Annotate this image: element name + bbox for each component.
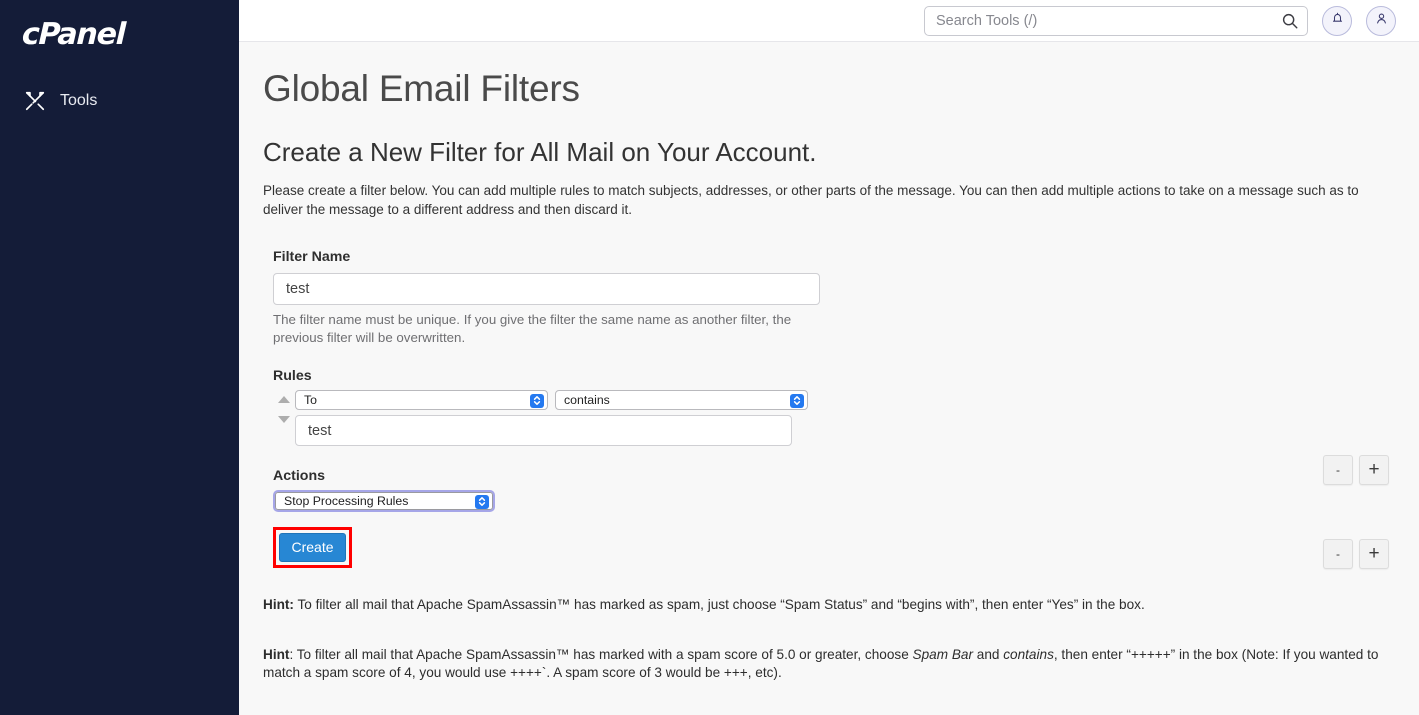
page-title: Global Email Filters — [263, 68, 580, 109]
actions-label: Actions — [273, 468, 326, 484]
rule-field-select[interactable]: To — [295, 390, 548, 410]
actions-add-remove-controls: - + — [1323, 539, 1389, 569]
search-box[interactable] — [924, 5, 1308, 36]
main-column: Global Email Filters Create a New Filter… — [239, 0, 1419, 715]
search-input[interactable] — [924, 5, 1308, 36]
create-button-highlight: Create — [273, 527, 352, 568]
intro-paragraph: Please create a filter below. You can ad… — [263, 183, 1359, 217]
action-select-value: Stop Processing Rules — [284, 494, 409, 508]
content-area: Global Email Filters Create a New Filter… — [239, 42, 1419, 715]
hint-spam-bar: Hint: To filter all mail that Apache Spa… — [263, 646, 1403, 683]
hint-body: To filter all mail that Apache SpamAssas… — [293, 597, 1145, 612]
chevron-updown-icon — [530, 393, 544, 408]
action-select[interactable]: Stop Processing Rules — [275, 492, 493, 510]
filter-form: Filter Name The filter name must be uniq… — [273, 249, 1419, 568]
hint-body-part-2: and — [973, 646, 1004, 662]
sidebar: cPanel Tools — [0, 0, 239, 715]
bell-icon — [1330, 11, 1345, 31]
rule-reorder-controls — [273, 390, 295, 423]
rule-fields: To contains — [295, 390, 808, 446]
rule-operator-select[interactable]: contains — [555, 390, 808, 410]
app-root: cPanel Tools Search Tools (/) Global Ema… — [0, 0, 1419, 715]
account-button[interactable] — [1366, 5, 1396, 36]
remove-action-button[interactable]: - — [1323, 539, 1353, 569]
rule-operator-select-value: contains — [564, 393, 610, 407]
filter-name-helper: The filter name must be unique. If you g… — [273, 312, 792, 345]
hint-emphasis-spam-bar: Spam Bar — [912, 646, 973, 662]
rule-value-input[interactable] — [295, 415, 792, 446]
sidebar-item-label: Tools — [60, 92, 98, 109]
tools-icon — [24, 90, 46, 112]
hint-spam-status: Hint: To filter all mail that Apache Spa… — [263, 596, 1403, 615]
cpanel-logo-text: cPanel — [21, 17, 126, 52]
remove-rule-button[interactable]: - — [1323, 455, 1353, 485]
rules-add-remove-controls: - + — [1323, 455, 1389, 485]
triangle-up-icon[interactable] — [278, 396, 290, 403]
section-title: Create a New Filter for All Mail on Your… — [263, 137, 817, 167]
create-button[interactable]: Create — [279, 533, 346, 562]
rules-label: Rules — [273, 368, 312, 384]
filter-name-input[interactable] — [273, 273, 820, 305]
action-select-wrapper: Stop Processing Rules — [273, 490, 495, 512]
sidebar-item-tools[interactable]: Tools — [0, 84, 239, 118]
hint-lead: Hint: — [263, 597, 294, 612]
hint-lead: Hint — [263, 646, 290, 662]
rule-row: To contains — [273, 390, 1419, 446]
add-action-button[interactable]: + — [1359, 539, 1389, 569]
top-header — [239, 0, 1419, 42]
hint-body-part-1: : To filter all mail that Apache SpamAss… — [289, 646, 913, 662]
triangle-down-icon[interactable] — [278, 416, 290, 423]
notifications-button[interactable] — [1322, 5, 1352, 36]
cpanel-logo[interactable]: cPanel — [0, 0, 239, 60]
filter-name-label: Filter Name — [273, 249, 351, 265]
hint-emphasis-contains: contains — [1003, 646, 1054, 662]
rule-selects-row: To contains — [295, 390, 808, 410]
add-rule-button[interactable]: + — [1359, 455, 1389, 485]
hints-section: Hint: To filter all mail that Apache Spa… — [263, 596, 1403, 683]
rule-field-select-value: To — [304, 393, 317, 407]
chevron-updown-icon — [475, 494, 489, 509]
chevron-updown-icon — [790, 393, 804, 408]
user-icon — [1374, 11, 1389, 31]
